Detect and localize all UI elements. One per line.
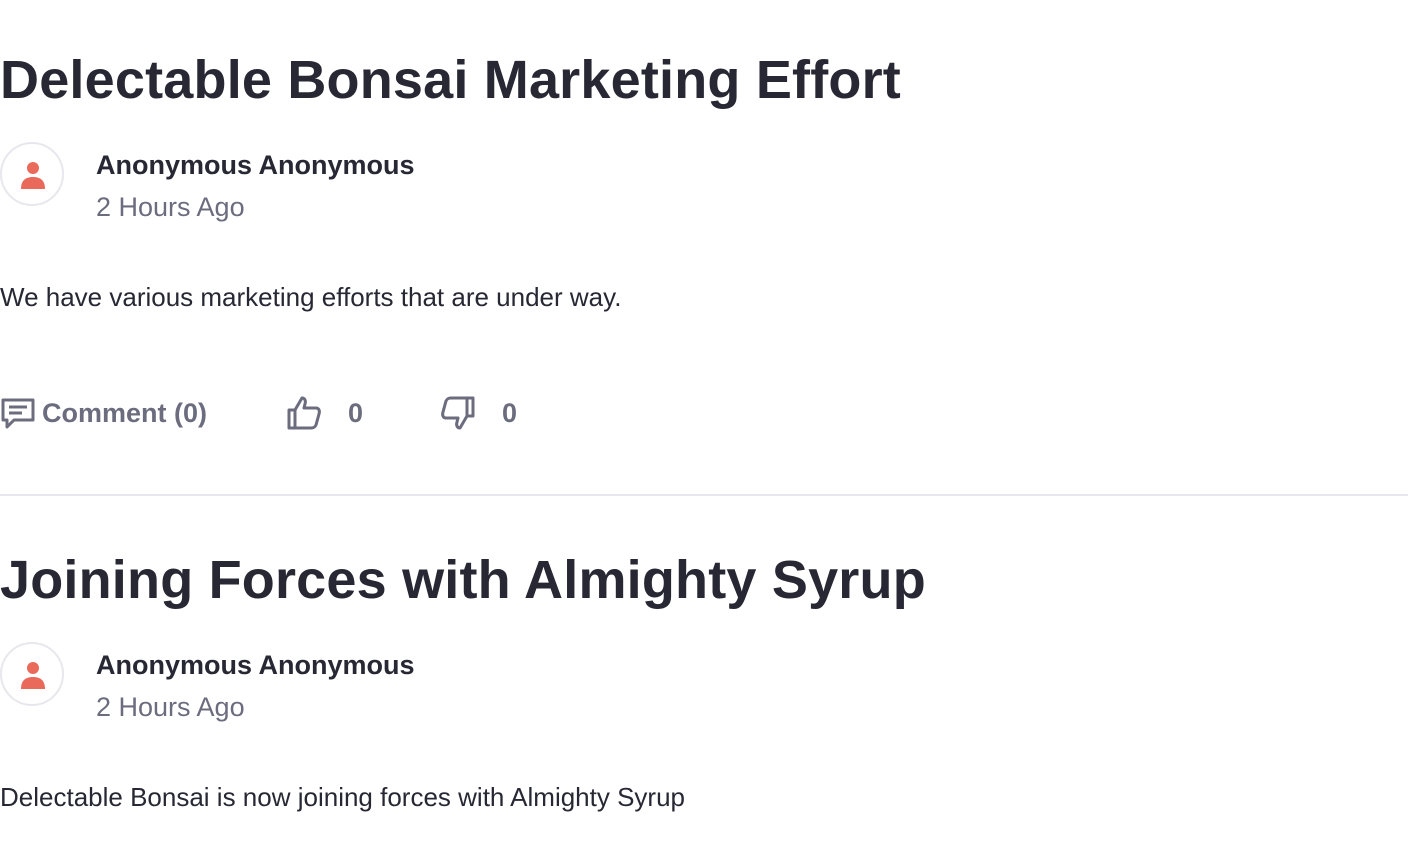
avatar[interactable] xyxy=(0,642,64,706)
post-timestamp: 2 Hours Ago xyxy=(96,192,245,222)
post-title[interactable]: Joining Forces with Almighty Syrup xyxy=(0,548,926,612)
like-count: 0 xyxy=(348,397,364,428)
blog-post: Delectable Bonsai Marketing Effort Anony… xyxy=(0,0,1408,496)
dislike-button[interactable]: 0 xyxy=(440,390,517,436)
like-button[interactable]: 0 xyxy=(286,390,363,436)
user-icon xyxy=(21,662,45,689)
post-title[interactable]: Delectable Bonsai Marketing Effort xyxy=(0,48,901,112)
post-body: We have various marketing efforts that a… xyxy=(0,282,622,312)
user-icon xyxy=(21,162,45,189)
author-name[interactable]: Anonymous Anonymous xyxy=(96,148,415,182)
blog-post: Joining Forces with Almighty Syrup Anony… xyxy=(0,500,1408,868)
dislike-count: 0 xyxy=(502,397,518,428)
post-actions: Comment (0) 0 0 xyxy=(0,390,700,436)
thumbs-down-icon xyxy=(440,395,476,431)
comment-button[interactable]: Comment (0) xyxy=(0,390,207,436)
post-body: Delectable Bonsai is now joining forces … xyxy=(0,782,686,812)
avatar[interactable] xyxy=(0,142,64,206)
blog-feed: Delectable Bonsai Marketing Effort Anony… xyxy=(0,0,1408,868)
comment-icon xyxy=(0,395,36,431)
post-timestamp: 2 Hours Ago xyxy=(96,692,245,722)
thumbs-up-icon xyxy=(286,395,322,431)
author-name[interactable]: Anonymous Anonymous xyxy=(96,648,415,682)
comment-label: Comment (0) xyxy=(42,397,208,428)
